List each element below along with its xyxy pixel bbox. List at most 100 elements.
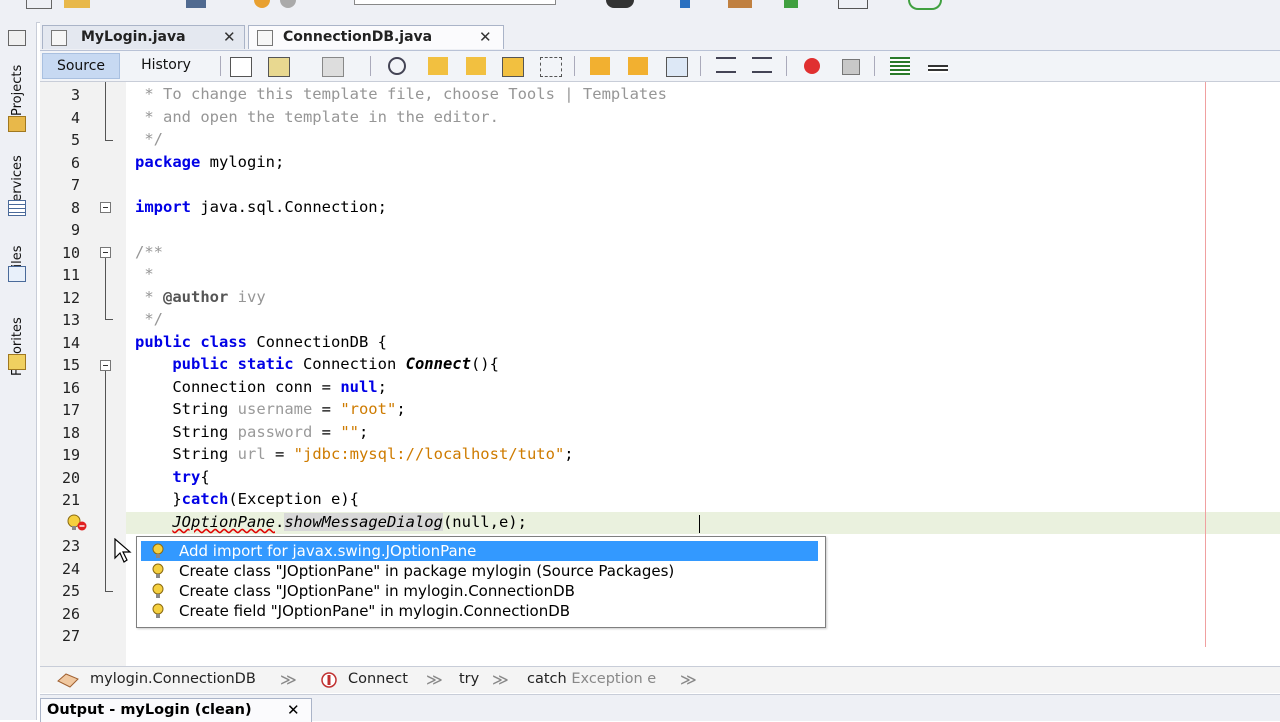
favorites-tab[interactable]: Favorites	[4, 292, 30, 382]
code-text: Connection	[293, 355, 406, 373]
output-panel-tabs: Output - myLogin (clean) ✕	[40, 694, 1280, 722]
shift-left-icon[interactable]	[716, 57, 736, 73]
undo-icon[interactable]	[254, 0, 270, 8]
projects-tab[interactable]: Projects	[4, 30, 30, 132]
code-string: ""	[340, 423, 359, 441]
code-method-call: showMessageDialog	[284, 513, 443, 531]
debug-icon[interactable]	[784, 0, 798, 8]
code-keyword: import	[135, 198, 191, 216]
code-keyword: catch	[181, 490, 229, 508]
line-number: 24	[61, 560, 80, 578]
code-text: .	[274, 513, 285, 531]
chevron-right-icon: ≫	[426, 670, 443, 689]
error-hint-icon[interactable]	[66, 514, 88, 532]
previous-bookmark-icon[interactable]	[590, 57, 610, 75]
code-text: String	[135, 423, 238, 441]
find-next-icon[interactable]	[466, 57, 486, 75]
code-text: mylogin;	[200, 153, 285, 171]
code-text: String	[135, 400, 238, 418]
breadcrumb-catch-keyword: catch	[527, 671, 567, 687]
services-icon	[8, 200, 26, 216]
tab-output[interactable]: Output - myLogin (clean) ✕	[40, 698, 312, 722]
code-keyword: public static	[135, 355, 294, 373]
code-text: ;	[358, 423, 369, 441]
code-error-identifier: JOptionPane	[172, 513, 275, 531]
next-bookmark-icon[interactable]	[628, 57, 648, 75]
suggestion-create-class-inner[interactable]: Create class "JOptionPane" in mylogin.Co…	[141, 581, 818, 601]
tab-connectiondb-close-icon[interactable]: ✕	[479, 28, 492, 46]
forward-icon[interactable]	[322, 57, 344, 77]
find-icon[interactable]	[388, 57, 406, 75]
java-file-icon	[257, 30, 273, 46]
tab-mylogin[interactable]: MyLogin.java ✕	[42, 25, 245, 49]
code-comment: ivy	[228, 288, 266, 306]
tab-connectiondb[interactable]: ConnectionDB.java ✕	[248, 25, 504, 49]
config-combo[interactable]	[354, 0, 556, 5]
breadcrumb-class[interactable]: mylogin.ConnectionDB	[90, 671, 256, 687]
toolbar-separator	[874, 56, 875, 76]
toggle-highlight-icon[interactable]	[502, 57, 524, 77]
find-previous-icon[interactable]	[428, 57, 448, 75]
save-all-icon[interactable]	[186, 0, 206, 8]
toolbar-separator	[220, 56, 221, 76]
fold-toggle-icon[interactable]	[100, 247, 111, 258]
source-button[interactable]: Source	[42, 53, 120, 79]
code-text: =	[312, 423, 341, 441]
services-tab[interactable]: Services	[4, 140, 30, 220]
open-project-icon[interactable]	[64, 0, 90, 8]
comment-icon[interactable]	[890, 57, 910, 75]
suggestion-label: Create class "JOptionPane" in package my…	[179, 562, 675, 580]
line-number: 11	[61, 266, 80, 284]
lightbulb-icon	[152, 543, 164, 558]
code-line: */	[135, 130, 163, 148]
suggestion-create-field[interactable]: Create field "JOptionPane" in mylogin.Co…	[141, 601, 818, 621]
code-text: java.sql.Connection;	[191, 198, 387, 216]
editor-toolbar: Source History	[40, 51, 1280, 82]
line-number: 9	[70, 221, 80, 239]
method-icon	[321, 672, 337, 688]
back-icon[interactable]	[268, 57, 290, 77]
chevron-right-icon: ≫	[680, 670, 697, 689]
files-tab[interactable]: Files	[4, 228, 30, 294]
line-number: 8	[70, 199, 80, 217]
chevron-right-icon: ≫	[492, 670, 509, 689]
fold-toggle-icon[interactable]	[100, 360, 111, 371]
last-edit-icon[interactable]	[230, 57, 252, 77]
suggestion-add-import[interactable]: Add import for javax.swing.JOptionPane	[141, 541, 818, 561]
tab-mylogin-label: MyLogin.java	[81, 29, 186, 45]
code-text: =	[265, 445, 294, 463]
line-number: 25	[61, 582, 80, 600]
breadcrumb-catch[interactable]: catch Exception e	[527, 671, 656, 687]
code-keyword: public class	[135, 333, 247, 351]
line-number: 3	[70, 86, 80, 104]
javadoc-tag: @author	[163, 288, 229, 306]
side-panel-strip: Projects Services Files Favorites	[0, 22, 37, 720]
redo-icon[interactable]	[280, 0, 296, 8]
clean-build-icon[interactable]	[680, 0, 690, 8]
breadcrumb-try[interactable]: try	[459, 671, 479, 687]
new-file-icon[interactable]	[26, 0, 52, 9]
suggestion-create-class-package[interactable]: Create class "JOptionPane" in package my…	[141, 561, 818, 581]
code-method-name: Connect	[405, 355, 471, 373]
output-tab-close-icon[interactable]: ✕	[287, 701, 300, 719]
line-number: 7	[70, 176, 80, 194]
test-icon[interactable]	[908, 0, 942, 10]
breadcrumb-method[interactable]: Connect	[348, 671, 408, 687]
toggle-bookmark-icon[interactable]	[666, 57, 688, 77]
tab-mylogin-close-icon[interactable]: ✕	[223, 28, 236, 46]
profile-icon[interactable]	[838, 0, 868, 9]
fold-guide	[105, 82, 106, 140]
code-line: */	[135, 310, 163, 328]
shift-right-icon[interactable]	[752, 57, 772, 73]
stop-macro-icon[interactable]	[842, 59, 860, 75]
fold-toggle-icon[interactable]	[100, 202, 111, 213]
lightbulb-icon	[152, 603, 164, 618]
uncomment-icon[interactable]	[928, 65, 948, 73]
toggle-rect-select-icon[interactable]	[540, 57, 562, 77]
start-macro-icon[interactable]	[804, 58, 820, 74]
run-icon[interactable]	[728, 0, 752, 8]
code-line: String password = "";	[135, 423, 368, 441]
history-button[interactable]: History	[128, 53, 204, 79]
code-text: Connection conn =	[135, 378, 341, 396]
build-icon[interactable]	[606, 0, 634, 8]
